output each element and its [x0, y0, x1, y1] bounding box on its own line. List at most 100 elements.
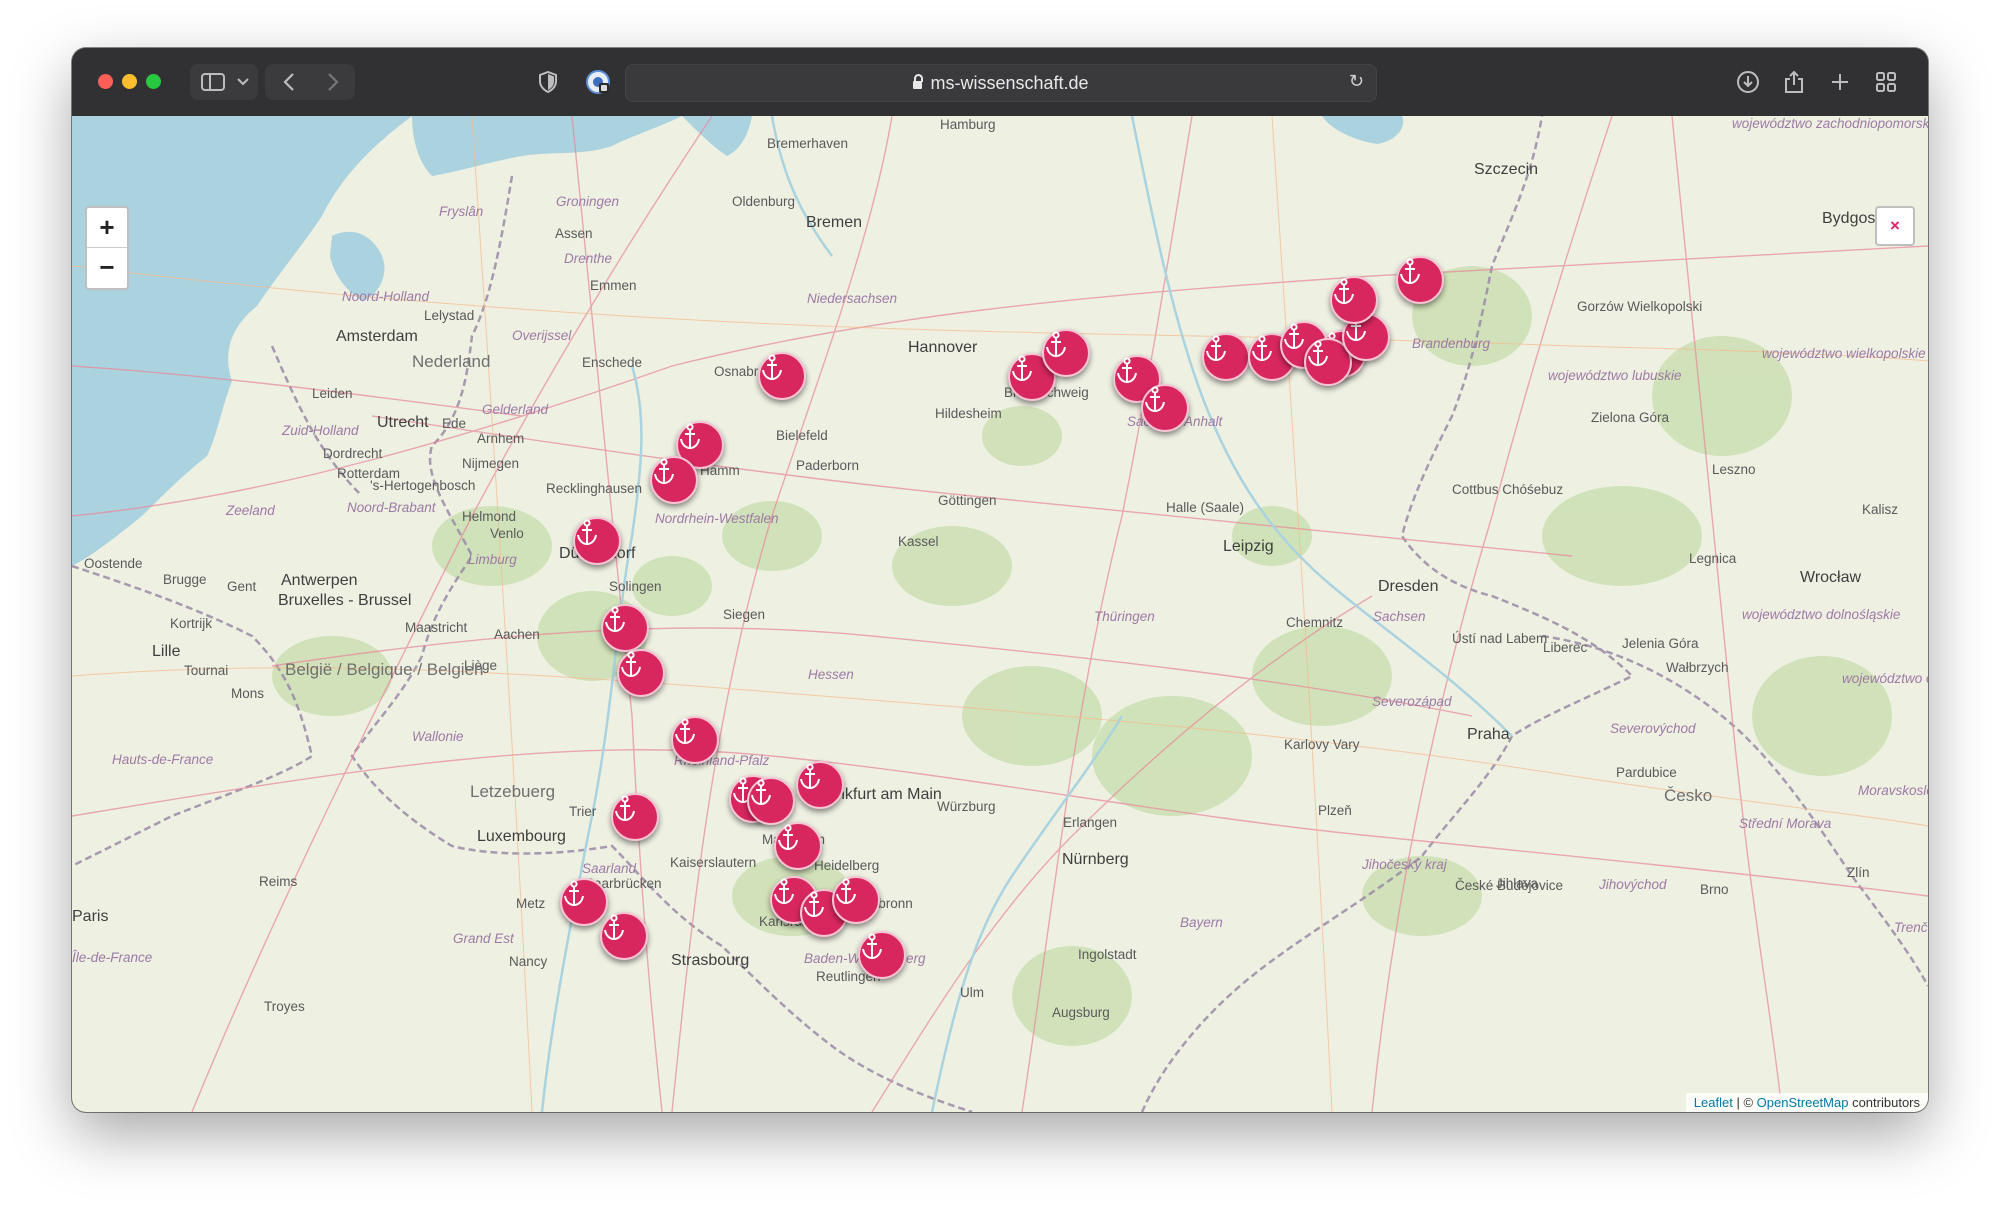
anchor-marker[interactable]	[796, 761, 844, 809]
reload-icon[interactable]: ↻	[1349, 71, 1364, 92]
anchor-marker[interactable]	[747, 777, 795, 825]
zoom-in-button[interactable]: +	[87, 208, 127, 248]
place-label: Drenthe	[564, 251, 613, 266]
place-label: województwo dolnośląskie	[1742, 607, 1901, 622]
place-label: Ede	[442, 416, 467, 431]
anchor-marker[interactable]	[611, 793, 659, 841]
close-window-button[interactable]	[98, 74, 113, 89]
osm-link[interactable]: OpenStreetMap	[1757, 1095, 1849, 1110]
place-label: Niedersachsen	[807, 291, 898, 306]
place-label: Szczecin	[1474, 161, 1539, 178]
place-label: Lille	[152, 643, 181, 660]
place-label: Nijmegen	[462, 456, 520, 471]
place-label: Gorzów Wielkopolski	[1577, 299, 1703, 314]
new-tab-icon[interactable]	[1822, 66, 1858, 98]
place-label: Maastricht	[405, 620, 468, 635]
zoom-out-button[interactable]: −	[87, 248, 127, 287]
place-label: Ústí nad Labem	[1452, 631, 1548, 646]
place-label: Severozápad	[1372, 694, 1452, 709]
lock-icon	[913, 74, 924, 89]
place-label: Trier	[569, 804, 597, 819]
downloads-icon[interactable]	[1730, 66, 1766, 98]
anchor-marker[interactable]	[758, 352, 806, 400]
url-text: ms-wissenschaft.de	[930, 72, 1089, 93]
maximize-window-button[interactable]	[146, 74, 161, 89]
place-label: Erlangen	[1063, 815, 1118, 830]
back-icon[interactable]	[270, 66, 308, 98]
place-label: Hessen	[808, 667, 854, 682]
place-label: Assen	[555, 226, 593, 241]
place-label: Overijssel	[512, 328, 572, 343]
place-label: Troyes	[264, 999, 305, 1014]
shield-icon[interactable]	[530, 66, 566, 98]
anchor-marker[interactable]	[774, 822, 822, 870]
tab-overview-icon[interactable]	[1868, 66, 1904, 98]
leaflet-link[interactable]: Leaflet	[1694, 1095, 1733, 1110]
place-label: Praha	[1467, 726, 1510, 743]
title-bar: ms-wissenschaft.de ↻	[72, 48, 1928, 117]
zoom-control: + −	[85, 206, 129, 290]
place-label: Kassel	[898, 534, 939, 549]
place-label: Würzburg	[937, 799, 996, 814]
place-label: Hamburg	[940, 117, 996, 132]
place-label: Liberec	[1543, 640, 1588, 655]
share-icon[interactable]	[1776, 66, 1812, 98]
place-label: Brno	[1700, 882, 1729, 897]
place-label: Thüringen	[1094, 609, 1155, 624]
place-label: Letzebuerg	[470, 782, 556, 801]
place-label: Limburg	[468, 552, 517, 567]
place-label: Bremerhaven	[767, 136, 849, 151]
anchor-marker[interactable]	[1330, 276, 1378, 324]
place-label: Reims	[259, 874, 298, 889]
place-label: Mons	[231, 686, 265, 701]
anchor-marker[interactable]	[1202, 333, 1250, 381]
anchor-marker[interactable]	[1396, 256, 1444, 304]
address-bar[interactable]: ms-wissenschaft.de ↻	[625, 64, 1377, 102]
anchor-marker[interactable]	[671, 716, 719, 764]
anchor-marker[interactable]	[832, 876, 880, 924]
anchor-marker[interactable]	[560, 878, 608, 926]
forward-icon[interactable]	[314, 66, 352, 98]
anchor-marker[interactable]	[650, 456, 698, 504]
browser-window: ms-wissenschaft.de ↻ Hamburg Bremerhaven…	[72, 48, 1928, 1112]
minimize-window-button[interactable]	[122, 74, 137, 89]
map-basemap	[72, 116, 1928, 1112]
place-label: Leipzig	[1223, 538, 1274, 555]
anchor-marker[interactable]	[1042, 329, 1090, 377]
place-label: Oldenburg	[732, 194, 796, 209]
place-label: Arnhem	[477, 431, 525, 446]
place-label: Hannover	[908, 339, 978, 356]
anchor-marker[interactable]	[601, 604, 649, 652]
place-label: Hildesheim	[935, 406, 1002, 421]
close-map-button[interactable]: ×	[1875, 206, 1915, 246]
map-view[interactable]: Hamburg Bremerhaven Szczecin Oldenburg B…	[72, 116, 1928, 1112]
place-label: województwo opolskie	[1842, 671, 1928, 686]
place-label: Střední Morava	[1739, 816, 1832, 831]
place-label: Fryslân	[439, 204, 484, 219]
place-label: Hauts-de-France	[112, 752, 214, 767]
sidebar-icon[interactable]	[196, 66, 230, 98]
map-attribution: Leaflet | © OpenStreetMap contributors	[1685, 1093, 1928, 1112]
anchor-marker[interactable]	[617, 649, 665, 697]
place-label: Legnica	[1689, 551, 1737, 566]
anchor-marker[interactable]	[573, 517, 621, 565]
place-label: Solingen	[609, 579, 662, 594]
anchor-marker[interactable]	[858, 931, 906, 979]
chevron-down-icon[interactable]	[232, 66, 254, 98]
place-label: Nordrhein-Westfalen	[655, 511, 779, 526]
attribution-separator: | ©	[1736, 1095, 1754, 1110]
anchor-marker[interactable]	[1141, 384, 1189, 432]
place-label: Jelenia Góra	[1622, 636, 1699, 651]
place-label: Metz	[516, 896, 546, 911]
anchor-marker[interactable]	[600, 912, 648, 960]
extension-icon[interactable]	[580, 66, 616, 98]
place-label: Brugge	[163, 572, 207, 587]
place-label: Zielona Góra	[1591, 410, 1670, 425]
place-label: Kortrijk	[170, 616, 213, 631]
place-label: Bayern	[1180, 915, 1223, 930]
place-label: Ulm	[960, 985, 984, 1000]
place-label: Recklinghausen	[546, 481, 643, 496]
place-label: Jihovýchod	[1599, 877, 1667, 892]
place-label: Dresden	[1378, 578, 1439, 595]
place-label: Nürnberg	[1062, 851, 1129, 868]
